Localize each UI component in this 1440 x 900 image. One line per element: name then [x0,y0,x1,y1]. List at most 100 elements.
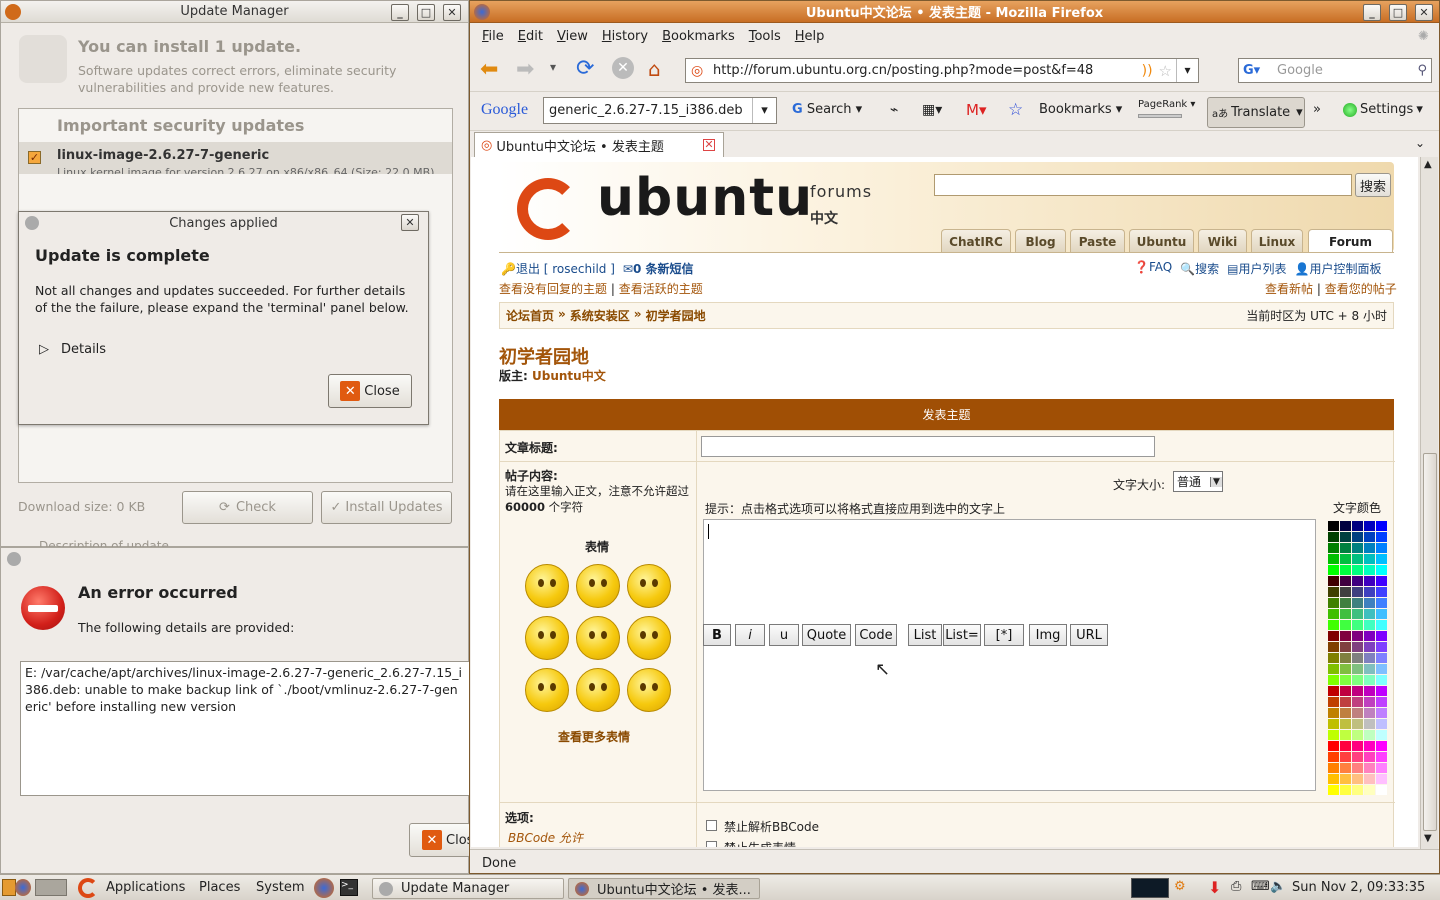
breadcrumb-item[interactable]: 系统安装区 [570,307,630,324]
color-swatch[interactable] [1364,620,1375,630]
nav-tab-chatirc[interactable]: ChatIRC [941,229,1011,253]
color-swatch[interactable] [1376,719,1387,729]
color-swatch[interactable] [1364,664,1375,674]
nav-tab-ubuntu[interactable]: Ubuntu [1129,229,1194,253]
color-swatch[interactable] [1352,730,1363,740]
color-swatch[interactable] [1376,532,1387,542]
format-button-url[interactable]: URL [1070,624,1108,646]
home-icon[interactable]: ⌂ [648,57,661,81]
system-monitor-graph[interactable] [1131,878,1169,898]
color-swatch[interactable] [1328,587,1339,597]
settings-menu[interactable]: Settings ▾ [1343,102,1423,117]
color-swatch[interactable] [1340,532,1351,542]
color-swatch[interactable] [1376,554,1387,564]
update-notifier-icon[interactable]: ⚙ [1174,879,1186,894]
clock[interactable]: Sun Nov 2, 09:33:35 [1292,880,1425,895]
color-swatch[interactable] [1352,554,1363,564]
taskbar-update-manager[interactable]: Update Manager [372,878,564,899]
close-button[interactable]: ✕ [1415,4,1433,21]
menu-help[interactable]: Help [795,29,825,44]
google-input-dropdown-icon[interactable]: ▾ [752,98,776,123]
url-dropdown-icon[interactable]: ▾ [1176,59,1198,82]
format-button-list-item[interactable]: [*] [984,624,1024,646]
network-icon[interactable]: ⌨ [1251,879,1270,894]
color-swatch[interactable] [1340,609,1351,619]
subject-input[interactable] [701,436,1155,457]
color-swatch[interactable] [1364,719,1375,729]
color-swatch[interactable] [1364,686,1375,696]
unanswered-link[interactable]: 查看没有回复的主题 [499,282,607,296]
more-smilies-link[interactable]: 查看更多表情 [558,728,630,745]
color-swatch[interactable] [1352,708,1363,718]
color-swatch[interactable] [1328,598,1339,608]
smiley-icon[interactable] [525,616,569,660]
color-swatch[interactable] [1352,532,1363,542]
close-button[interactable]: ✕ [443,4,461,21]
popup-blocker-icon[interactable]: ▦▾ [922,102,942,118]
format-button-bold[interactable]: B [703,624,731,646]
color-swatch[interactable] [1340,521,1351,531]
color-swatch[interactable] [1328,785,1339,795]
menu-history[interactable]: History [602,29,648,44]
tab-list-icon[interactable]: ⌄ [1415,136,1425,150]
nav-tab-paste[interactable]: Paste [1070,229,1125,253]
minimize-button[interactable]: _ [391,4,409,21]
google-search-button[interactable]: G Search ▾ [792,102,862,117]
color-swatch[interactable] [1340,598,1351,608]
firefox-titlebar[interactable]: Ubuntu中文论坛 • 发表主题 - Mozilla Firefox _ □ … [470,1,1439,23]
color-swatch[interactable] [1364,565,1375,575]
forum-search-input[interactable] [934,174,1352,196]
color-swatch[interactable] [1364,587,1375,597]
format-button-quote[interactable]: Quote [802,624,851,646]
places-menu[interactable]: Places [199,880,240,895]
color-swatch[interactable] [1352,752,1363,762]
update-row[interactable]: ✓ linux-image-2.6.27-7-generic Linux ker… [19,142,452,174]
color-swatch[interactable] [1352,609,1363,619]
color-swatch[interactable] [1340,554,1351,564]
translate-button[interactable]: aあ Translate ▾ [1207,97,1305,128]
color-swatch[interactable] [1376,741,1387,751]
color-swatch[interactable] [1352,653,1363,663]
color-swatch[interactable] [1340,697,1351,707]
nav-tab-forum[interactable]: Forum [1308,229,1393,253]
color-swatch[interactable] [1328,532,1339,542]
description-expander[interactable]: Description of update [39,539,169,547]
color-swatch[interactable] [1376,642,1387,652]
menu-file[interactable]: File [482,29,504,44]
tab-close-icon[interactable]: ✕ [703,139,715,151]
color-swatch[interactable] [1352,521,1363,531]
stop-icon[interactable]: ✕ [612,57,634,79]
color-swatch[interactable] [1352,664,1363,674]
color-swatch[interactable] [1376,543,1387,553]
color-swatch[interactable] [1364,708,1375,718]
color-swatch[interactable] [1364,697,1375,707]
color-swatch[interactable] [1328,686,1339,696]
color-swatch[interactable] [1328,642,1339,652]
color-swatch[interactable] [1328,730,1339,740]
color-swatch[interactable] [1328,653,1339,663]
color-swatch[interactable] [1376,598,1387,608]
color-swatch[interactable] [1340,686,1351,696]
color-swatch[interactable] [1352,587,1363,597]
post-body-textarea[interactable] [703,519,1316,791]
color-swatch[interactable] [1376,587,1387,597]
smiley-icon[interactable] [627,668,671,712]
color-swatch[interactable] [1328,763,1339,773]
color-swatch[interactable] [1340,763,1351,773]
moderator-link[interactable]: Ubuntu中文 [532,369,606,383]
color-swatch[interactable] [1352,741,1363,751]
color-swatch[interactable] [1352,631,1363,641]
color-swatch[interactable] [1352,774,1363,784]
bookmarks-menu[interactable]: Bookmarks ▾ [1039,102,1122,117]
forum-title[interactable]: 初学者园地 [499,343,589,369]
breadcrumb-item[interactable]: 论坛首页 [506,307,554,324]
color-swatch[interactable] [1328,565,1339,575]
color-swatch[interactable] [1376,697,1387,707]
smiley-icon[interactable] [525,564,569,608]
smiley-icon[interactable] [525,668,569,712]
color-swatch[interactable] [1340,675,1351,685]
maximize-button[interactable]: □ [1389,4,1407,21]
details-expander[interactable]: ▷ Details [39,342,106,357]
disable-bbcode-checkbox[interactable] [706,820,717,831]
close-dialog-button[interactable]: ✕ Close [328,374,412,408]
